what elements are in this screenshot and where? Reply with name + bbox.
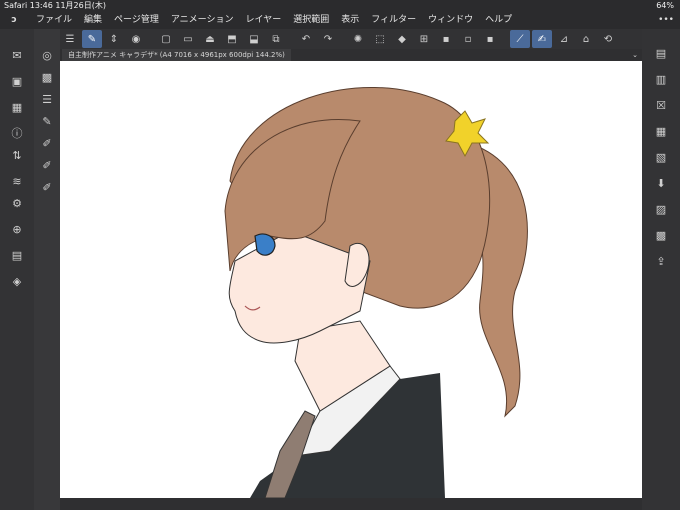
right-command-panel: ▤ ▥ ☒ ▦ ▧ ⬇ ▨ ▩ ⇪ xyxy=(642,29,680,510)
menu-page[interactable]: ページ管理 xyxy=(108,12,165,29)
eye-icon[interactable]: ◉ xyxy=(126,30,146,48)
redo-icon[interactable]: ↷ xyxy=(318,30,338,48)
open-folder-icon[interactable]: ▭ xyxy=(178,30,198,48)
menu-selection[interactable]: 選択範囲 xyxy=(287,12,335,29)
bottom-bar xyxy=(60,498,642,510)
layer-stack-icon[interactable]: ◈ xyxy=(9,273,25,289)
status-left: Safari 13:46 11月26日(木) xyxy=(4,1,106,10)
pen-active-icon[interactable]: ⟋ xyxy=(510,30,530,48)
eye xyxy=(254,233,276,256)
brush-settings2-icon[interactable]: ✐ xyxy=(39,157,55,173)
rect3-icon[interactable]: ▪ xyxy=(480,30,500,48)
document-tab-row: 自主制作アニメ キャラデザ* (A4 7016 x 4961px 600dpi … xyxy=(60,49,642,61)
separator xyxy=(502,30,508,48)
close-icon[interactable]: ☒ xyxy=(653,97,669,113)
copy-icon[interactable]: ⧉ xyxy=(266,30,286,48)
drawing-canvas[interactable] xyxy=(60,61,642,498)
menu-help[interactable]: ヘルプ xyxy=(479,12,518,29)
file-download-icon[interactable]: ⬇ xyxy=(653,175,669,191)
brush-icon[interactable]: ✍ xyxy=(532,30,552,48)
menu-view[interactable]: 表示 xyxy=(335,12,365,29)
ios-status-bar: Safari 13:46 11月26日(木) 64% xyxy=(0,0,680,12)
panel-icon[interactable]: ▣ xyxy=(9,73,25,89)
new-file-icon[interactable]: ▢ xyxy=(156,30,176,48)
timeline-icon[interactable]: ▤ xyxy=(9,247,25,263)
command-bar: ☰ ✎ ⇕ ◉ ▢ ▭ ⏏ ⬒ ⬓ ⧉ ↶ ↷ ✺ ⬚ ◆ ⊞ ▪ ▫ ▪ ⟋ … xyxy=(60,29,642,49)
app-logo-icon[interactable]: ↄ xyxy=(6,12,22,29)
menu-filter[interactable]: フィルター xyxy=(365,12,422,29)
navigator-icon[interactable]: ◎ xyxy=(39,47,55,63)
file-open-icon[interactable]: ▥ xyxy=(653,71,669,87)
updown-icon[interactable]: ⇕ xyxy=(104,30,124,48)
menu-items: ファイル 編集 ページ管理 アニメーション レイヤー 選択範囲 表示 フィルター… xyxy=(30,12,518,29)
export-icon[interactable]: ⬒ xyxy=(222,30,242,48)
illustration xyxy=(224,87,528,498)
swap-icon[interactable]: ⇅ xyxy=(9,147,25,163)
separator xyxy=(288,30,294,48)
menu-window[interactable]: ウィンドウ xyxy=(422,12,479,29)
separator xyxy=(340,30,346,48)
file-export-icon[interactable]: ▧ xyxy=(653,149,669,165)
info-icon[interactable]: ⓘ xyxy=(9,125,25,141)
file-edit-icon[interactable]: ▨ xyxy=(653,201,669,217)
rect2-icon[interactable]: ▫ xyxy=(458,30,478,48)
battery-level: 64% xyxy=(656,1,674,10)
rect-icon[interactable]: ▪ xyxy=(436,30,456,48)
menu-icon[interactable]: ☰ xyxy=(60,30,80,48)
pen-icon[interactable]: ✎ xyxy=(39,113,55,129)
search-icon[interactable]: ⊕ xyxy=(9,221,25,237)
mail-icon[interactable]: ✉ xyxy=(9,47,25,63)
tool-panel: ✉ ▣ ▦ ⓘ ⇅ ≋ ⚙ ⊕ ▤ ◈ xyxy=(0,29,34,510)
menu-file[interactable]: ファイル xyxy=(30,12,78,29)
layers-stack-icon[interactable]: ≋ xyxy=(9,173,25,189)
document-tab[interactable]: 自主制作アニメ キャラデザ* (A4 7016 x 4961px 600dpi … xyxy=(62,49,291,61)
brush-settings-icon[interactable]: ✐ xyxy=(39,135,55,151)
separator xyxy=(148,30,154,48)
sub-tool-panel: ◎ ▩ ☰ ✎ ✐ ✐ ✐ xyxy=(34,29,60,510)
more-icon[interactable]: ••• xyxy=(658,12,674,29)
color-set-icon[interactable]: ▩ xyxy=(39,69,55,85)
gear-icon[interactable]: ⚙ xyxy=(9,195,25,211)
fill-icon[interactable]: ◆ xyxy=(392,30,412,48)
list-icon[interactable]: ☰ xyxy=(39,91,55,107)
grid-icon[interactable]: ▦ xyxy=(9,99,25,115)
brush-settings3-icon[interactable]: ✐ xyxy=(39,179,55,195)
transform-icon[interactable]: ⬚ xyxy=(370,30,390,48)
menu-edit[interactable]: 編集 xyxy=(78,12,108,29)
pen-tool-icon[interactable]: ✎ xyxy=(82,30,102,48)
rotate-icon[interactable]: ⟲ xyxy=(598,30,618,48)
save-icon[interactable]: ⏏ xyxy=(200,30,220,48)
crop-icon[interactable]: ⊞ xyxy=(414,30,434,48)
layer-icon[interactable]: ⌂ xyxy=(576,30,596,48)
import-icon[interactable]: ⬓ xyxy=(244,30,264,48)
file-share-icon[interactable]: ⇪ xyxy=(653,253,669,269)
undo-icon[interactable]: ↶ xyxy=(296,30,316,48)
menu-bar: ↄ ファイル 編集 ページ管理 アニメーション レイヤー 選択範囲 表示 フィル… xyxy=(0,12,680,29)
file-image-icon[interactable]: ▩ xyxy=(653,227,669,243)
ruler-icon[interactable]: ⊿ xyxy=(554,30,574,48)
menu-layer[interactable]: レイヤー xyxy=(240,12,288,29)
menu-animation[interactable]: アニメーション xyxy=(165,12,240,29)
spinner-icon[interactable]: ✺ xyxy=(348,30,368,48)
file-new-icon[interactable]: ▤ xyxy=(653,45,669,61)
chevron-down-icon[interactable]: ⌄ xyxy=(632,49,638,61)
file-save-icon[interactable]: ▦ xyxy=(653,123,669,139)
